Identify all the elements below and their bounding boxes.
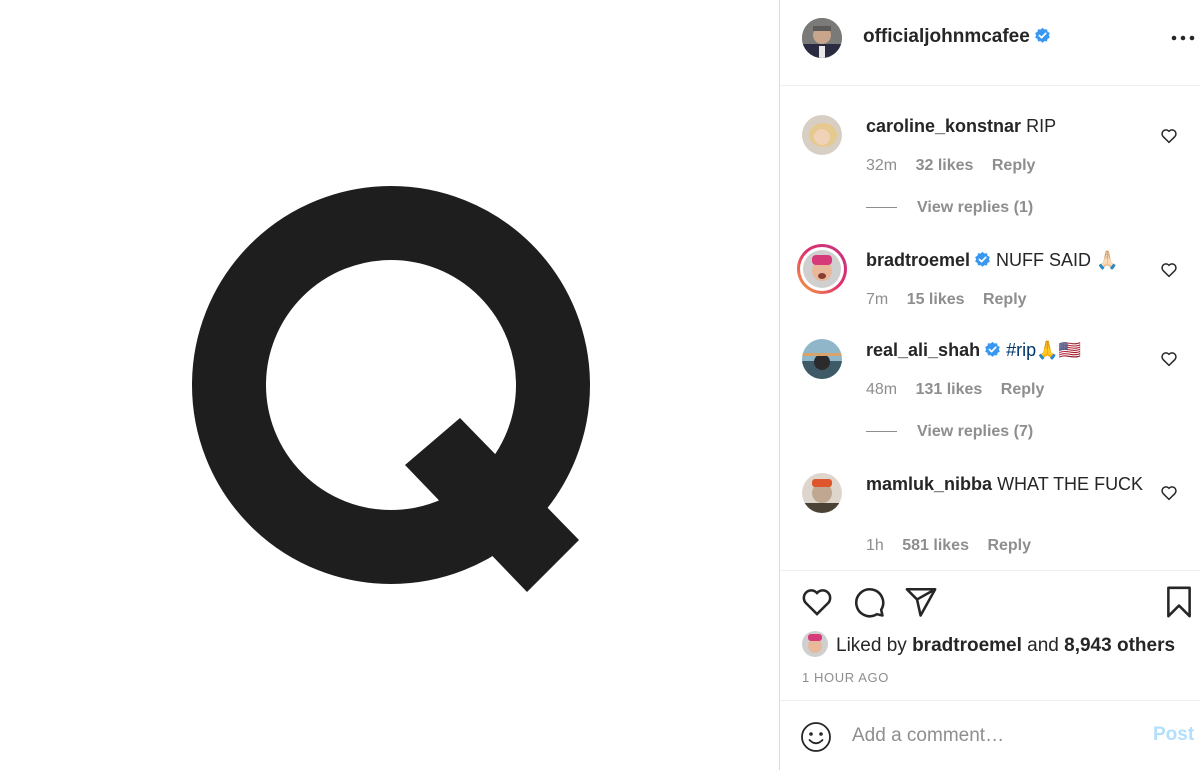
like-comment-heart-icon[interactable] [1160,484,1178,502]
q-logo-image [192,186,590,592]
commenter-avatar [803,250,841,288]
view-replies-label: View replies (1) [917,199,1034,216]
commenter-avatar[interactable] [802,473,842,513]
comment-input[interactable] [852,721,1142,751]
commenter-avatar[interactable] [802,339,842,379]
comment-body: NUFF SAID 🙏🏻 [996,250,1119,270]
add-comment-bar: Post [780,700,1200,770]
comment-username[interactable]: caroline_konstnar [866,116,1021,136]
comments-list[interactable]: caroline_konstnar RIP 32m 32 likes Reply… [780,87,1200,570]
like-heart-icon[interactable] [800,585,834,619]
comment-body: WHAT THE FUCK [997,474,1144,494]
comment-username[interactable]: real_ali_shah [866,340,980,360]
author-username[interactable]: officialjohnmcafee [863,26,1030,47]
comment-time[interactable]: 48m [866,381,897,398]
author-username-row[interactable]: officialjohnmcafee [863,26,1051,48]
liked-by-row: Liked by bradtroemel and 8,943 others [802,631,1175,657]
view-replies-button[interactable]: View replies (7) [866,423,1033,441]
comment-emoji: 🙏🇺🇸 [1036,340,1081,360]
comment-text: caroline_konstnar RIP [866,115,1156,138]
verified-badge-icon [975,251,990,267]
reply-button[interactable]: Reply [1001,381,1045,398]
comment-body: RIP [1026,116,1057,136]
reply-button[interactable]: Reply [992,157,1036,174]
author-avatar[interactable] [802,18,842,58]
verified-badge-icon [985,341,1000,357]
like-comment-heart-icon[interactable] [1160,350,1178,368]
post-timestamp[interactable]: 1 HOUR AGO [802,670,889,685]
view-replies-label: View replies (7) [917,423,1034,440]
comment-username[interactable]: mamluk_nibba [866,474,992,494]
comment-meta: 1h 581 likes Reply [866,537,1045,555]
replies-line [866,431,897,433]
view-replies-button[interactable]: View replies (1) [866,199,1033,217]
comment-text: real_ali_shah #rip🙏🇺🇸 [866,339,1156,362]
likes-count[interactable]: 8,943 others [1064,635,1175,656]
comment-text: bradtroemel NUFF SAID 🙏🏻 [866,249,1156,272]
comment-likes[interactable]: 581 likes [902,537,969,554]
comment-meta: 32m 32 likes Reply [866,157,1049,175]
liked-by-and: and [1027,635,1059,656]
hashtag-link[interactable]: #rip [1006,340,1036,360]
post-actions: Liked by bradtroemel and 8,943 others 1 … [780,570,1200,700]
comment-likes[interactable]: 32 likes [916,157,974,174]
post-header: officialjohnmcafee [780,0,1200,86]
share-send-icon[interactable] [904,585,938,619]
comment-time[interactable]: 1h [866,537,884,554]
like-comment-heart-icon[interactable] [1160,261,1178,279]
comment-username[interactable]: bradtroemel [866,250,970,270]
post-media[interactable]: Q [0,0,779,770]
comment-bubble-icon[interactable] [852,585,886,619]
comment-time[interactable]: 32m [866,157,897,174]
comment-meta: 48m 131 likes Reply [866,381,1058,399]
save-bookmark-icon[interactable] [1162,585,1196,619]
verified-badge-icon [1035,27,1050,43]
comment-meta: 7m 15 likes Reply [866,291,1041,309]
liked-by-avatar[interactable] [802,631,828,657]
comment-likes[interactable]: 131 likes [916,381,983,398]
liked-by-prefix: Liked by [836,635,907,656]
commenter-avatar[interactable] [802,115,842,155]
comment-text: mamluk_nibba WHAT THE FUCK [866,473,1156,496]
reply-button[interactable]: Reply [987,537,1031,554]
post-button[interactable]: Post [1153,724,1194,746]
more-options-icon[interactable] [1170,28,1196,48]
comment-time[interactable]: 7m [866,291,888,308]
replies-line [866,207,897,209]
post-side-panel: officialjohnmcafee caroline_konstnar RIP… [780,0,1200,770]
story-ring[interactable] [797,244,847,294]
comment-likes[interactable]: 15 likes [907,291,965,308]
liked-by-user[interactable]: bradtroemel [912,635,1022,656]
like-comment-heart-icon[interactable] [1160,127,1178,145]
emoji-icon[interactable] [800,721,832,753]
reply-button[interactable]: Reply [983,291,1027,308]
